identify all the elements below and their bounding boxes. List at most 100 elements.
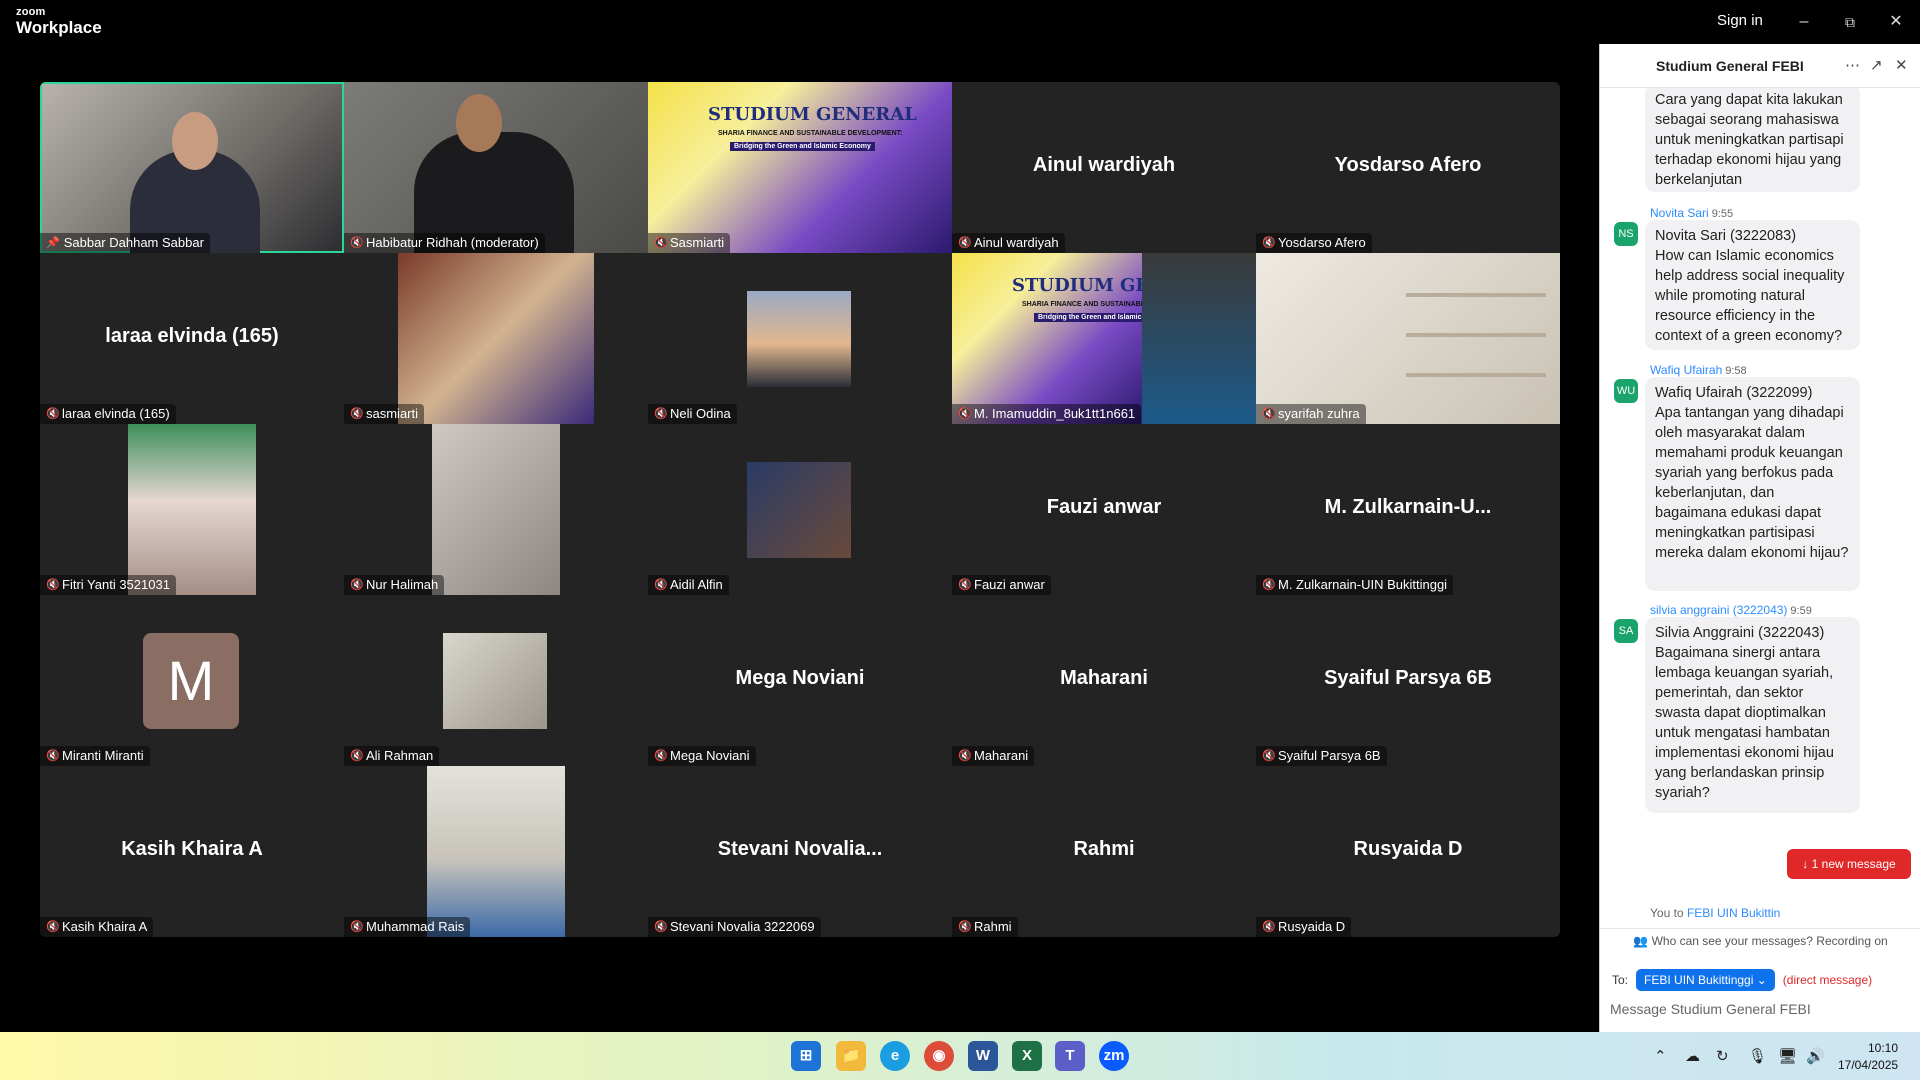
muted-mic-icon: 🔇 bbox=[1262, 750, 1276, 762]
close-icon[interactable]: ✕ bbox=[1882, 8, 1910, 36]
recipient-dropdown[interactable]: FEBI UIN Bukittinggi ⌄ bbox=[1636, 969, 1775, 991]
participant-name-label: 🔇 Fitri Yanti 3521031 bbox=[40, 575, 176, 595]
popout-icon[interactable]: ↗ bbox=[1870, 56, 1883, 74]
slide-title: STUDIUM GENERAL bbox=[708, 104, 917, 125]
clock-time: 10:10 bbox=[1867, 1041, 1898, 1055]
slide-subtitle: SHARIA FINANCE AND SUSTAINABLE DEVELOPME… bbox=[718, 130, 903, 137]
word-icon[interactable]: W bbox=[968, 1041, 998, 1071]
video-feed bbox=[1406, 293, 1546, 297]
edge-icon[interactable]: e bbox=[880, 1041, 910, 1071]
new-message-button[interactable]: ↓ 1 new message bbox=[1787, 849, 1911, 879]
participant-tile[interactable]: 🔇 Muhammad Rais bbox=[344, 766, 648, 937]
participant-tile[interactable]: Syaiful Parsya 6B 🔇 Syaiful Parsya 6B bbox=[1256, 595, 1560, 766]
slide-subtitle-2: Bridging the Green and Islamic Economy bbox=[730, 142, 875, 151]
participant-tile[interactable]: M 🔇 Miranti Miranti bbox=[40, 595, 344, 766]
brand-bottom: Workplace bbox=[16, 18, 102, 37]
avatar: SA bbox=[1614, 619, 1638, 643]
participant-tile[interactable]: Kasih Khaira A 🔇 Kasih Khaira A bbox=[40, 766, 344, 937]
participant-name-label: 🔇 Ali Rahman bbox=[344, 746, 440, 766]
participant-name-label: 🔇 Yosdarso Afero bbox=[1256, 233, 1372, 253]
participant-name: Muhammad Rais bbox=[366, 919, 465, 934]
message-bubble: Novita Sari (3222083) How can Islamic ec… bbox=[1645, 220, 1860, 350]
close-chat-icon[interactable]: ✕ bbox=[1895, 56, 1908, 74]
participant-display-name: laraa elvinda (165) bbox=[105, 325, 279, 347]
presentation-slide: STUDIUM GENERAL SHARIA FINANCE AND SUSTAI… bbox=[952, 253, 1221, 424]
who-can-see-link[interactable]: 👥 Who can see your messages? Recording o… bbox=[1600, 928, 1920, 950]
minimize-icon[interactable]: – bbox=[1790, 8, 1818, 36]
participant-display-name: Maharani bbox=[1060, 667, 1148, 689]
participant-name: Neli Odina bbox=[670, 406, 731, 421]
participant-tile[interactable]: 🔇 syarifah zuhra bbox=[1256, 253, 1560, 424]
zoom-app-icon[interactable]: zm bbox=[1099, 1041, 1129, 1071]
more-icon[interactable]: ⋯ bbox=[1845, 56, 1860, 74]
network-icon[interactable]: 🖥 bbox=[1778, 1047, 1797, 1065]
microphone-icon[interactable]: 🎙 bbox=[1748, 1047, 1767, 1065]
chevron-up-icon[interactable]: ⌃ bbox=[1654, 1047, 1667, 1065]
muted-mic-icon: 🔇 bbox=[46, 579, 60, 591]
participant-tile[interactable]: 🔇 Fitri Yanti 3521031 bbox=[40, 424, 344, 595]
participant-name: Rusyaida D bbox=[1278, 919, 1346, 934]
participant-tile[interactable]: laraa elvinda (165) 🔇 laraa elvinda (165) bbox=[40, 253, 344, 424]
muted-mic-icon: 🔇 bbox=[46, 921, 60, 933]
taskbar: ⊞ 📁 e ◉ W X T zm ⌃ ☁ ↻ 🎙 🖥 🔊 10:10 17/04… bbox=[0, 1032, 1920, 1080]
video-feed bbox=[432, 424, 560, 595]
participant-name-label: 🔇 M. Zulkarnain-UIN Bukittinggi bbox=[1256, 575, 1454, 595]
participant-tile[interactable]: STUDIUM GENERAL SHARIA FINANCE AND SUSTAI… bbox=[952, 253, 1256, 424]
participant-tile[interactable]: Stevani Novalia... 🔇 Stevani Novalia 32220… bbox=[648, 766, 952, 937]
participant-name-label: 🔇 Rusyaida D bbox=[1256, 917, 1352, 937]
participant-tile[interactable]: 🔇 Aidil Alfin bbox=[648, 424, 952, 595]
chrome-icon[interactable]: ◉ bbox=[924, 1041, 954, 1071]
participant-name: Mega Noviani bbox=[670, 748, 750, 763]
participant-tile[interactable]: 🔇 Neli Odina bbox=[648, 253, 952, 424]
participant-tile[interactable]: Fauzi anwar 🔇 Fauzi anwar bbox=[952, 424, 1256, 595]
file-explorer-icon[interactable]: 📁 bbox=[836, 1041, 866, 1071]
participant-tile[interactable]: Rahmi 🔇 Rahmi bbox=[952, 766, 1256, 937]
windows-start-icon[interactable]: ⊞ bbox=[791, 1041, 821, 1071]
muted-mic-icon: 🔇 bbox=[350, 750, 364, 762]
video-feed bbox=[172, 112, 218, 170]
participant-grid: 📌 Sabbar Dahham Sabbar 🔇 Habibatur Ridhah (… bbox=[40, 82, 1560, 937]
participant-tile[interactable]: 🔇 Ali Rahman bbox=[344, 595, 648, 766]
participant-name-label: 🔇 sasmiarti bbox=[344, 404, 425, 424]
participant-name: Syaiful Parsya 6B bbox=[1278, 748, 1381, 763]
participant-tile[interactable]: STUDIUM GENERAL SHARIA FINANCE AND SUSTAI… bbox=[648, 82, 952, 253]
video-feed bbox=[1406, 373, 1546, 377]
participant-tile[interactable]: M. Zulkarnain-U... 🔇 M. Zulkarnain-UIN Buk… bbox=[1256, 424, 1560, 595]
muted-mic-icon: 🔇 bbox=[46, 750, 60, 762]
participant-name-label: 🔇 Sasmiarti bbox=[648, 233, 731, 253]
avatar: NS bbox=[1614, 222, 1638, 246]
participant-tile[interactable]: Rusyaida D 🔇 Rusyaida D bbox=[1256, 766, 1560, 937]
participant-tile[interactable]: Mega Noviani 🔇 Mega Noviani bbox=[648, 595, 952, 766]
participant-tile[interactable]: Yosdarso Afero 🔇 Yosdarso Afero bbox=[1256, 82, 1560, 253]
participant-tile[interactable]: 🔇 Nur Halimah bbox=[344, 424, 648, 595]
participant-tile[interactable]: Ainul wardiyah 🔇 Ainul wardiyah bbox=[952, 82, 1256, 253]
participant-tile[interactable]: 📌 Sabbar Dahham Sabbar bbox=[40, 82, 344, 253]
sync-icon[interactable]: ↻ bbox=[1716, 1047, 1729, 1065]
avatar: M bbox=[143, 633, 239, 729]
system-clock[interactable]: 10:10 17/04/2025 bbox=[1838, 1040, 1898, 1074]
participant-tile[interactable]: 🔇 sasmiarti bbox=[344, 253, 648, 424]
message-bubble: Silvia Anggraini (3222043) Bagaimana sin… bbox=[1645, 617, 1860, 813]
excel-icon[interactable]: X bbox=[1012, 1041, 1042, 1071]
muted-mic-icon: 🔇 bbox=[654, 408, 668, 420]
video-feed bbox=[1406, 333, 1546, 337]
video-feed bbox=[747, 462, 851, 558]
muted-mic-icon: 🔇 bbox=[958, 237, 972, 249]
participant-name: Aidil Alfin bbox=[670, 577, 723, 592]
volume-icon[interactable]: 🔊 bbox=[1806, 1047, 1825, 1065]
participant-name: Fitri Yanti 3521031 bbox=[62, 577, 170, 592]
participant-display-name: Mega Noviani bbox=[735, 667, 865, 689]
teams-icon[interactable]: T bbox=[1055, 1041, 1085, 1071]
message-input[interactable]: Message Studium General FEBI bbox=[1610, 1001, 1811, 1017]
chat-messages[interactable]: Cara yang dapat kita lakukan sebagai seo… bbox=[1600, 88, 1920, 924]
maximize-icon[interactable]: ⧉ bbox=[1836, 8, 1864, 36]
onedrive-icon[interactable]: ☁ bbox=[1685, 1047, 1700, 1065]
participant-tile[interactable]: 🔇 Habibatur Ridhah (moderator) bbox=[344, 82, 648, 253]
participant-tile[interactable]: Maharani 🔇 Maharani bbox=[952, 595, 1256, 766]
participant-name: Ainul wardiyah bbox=[974, 235, 1059, 250]
muted-mic-icon: 🔇 bbox=[350, 237, 364, 249]
participant-name: Miranti Miranti bbox=[62, 748, 144, 763]
sign-in-button[interactable]: Sign in bbox=[1717, 12, 1763, 29]
muted-mic-icon: 🔇 bbox=[654, 237, 668, 249]
video-feed bbox=[1142, 253, 1256, 424]
